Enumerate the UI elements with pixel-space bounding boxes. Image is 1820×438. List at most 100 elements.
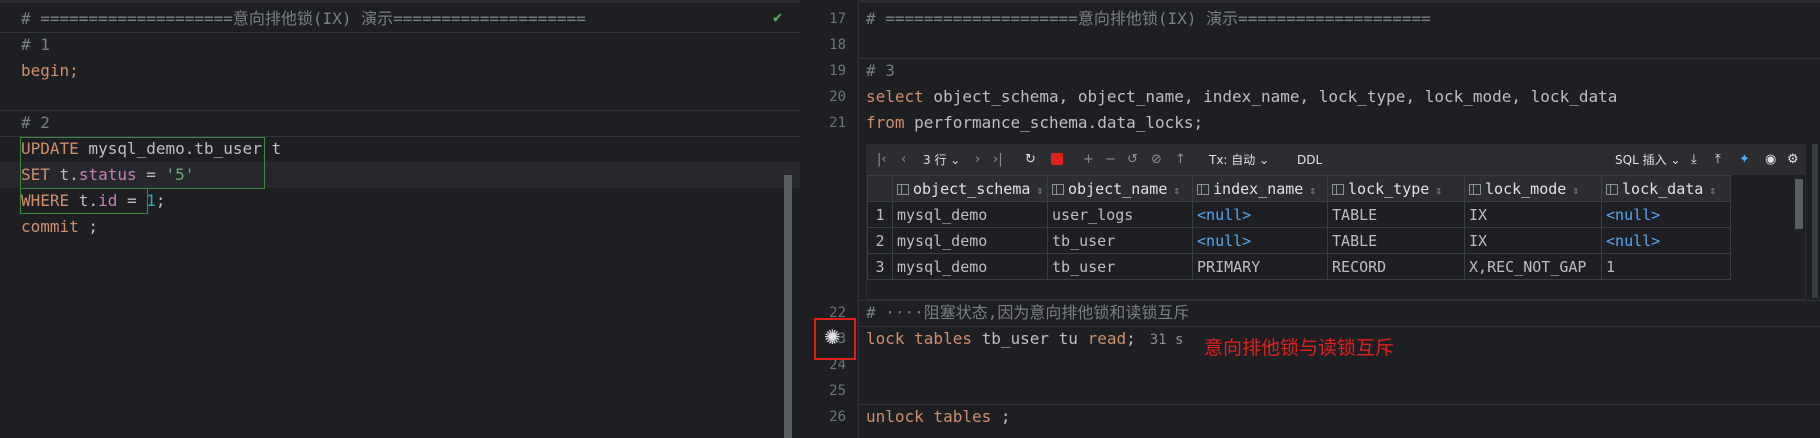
sql-insert-label: SQL 插入 (1615, 153, 1667, 167)
table-cell[interactable]: TABLE (1327, 227, 1466, 254)
column-header-label: index_name (1213, 179, 1304, 198)
prev-page-icon[interactable]: ‹ (901, 151, 906, 169)
annotation-text: 意向排他锁与读锁互斥 (1204, 337, 1395, 359)
sort-icon[interactable]: ⇕ (1309, 184, 1316, 197)
table-row[interactable]: 2 mysql_demo tb_user <null> TABLE IX <nu… (867, 227, 1732, 254)
code-text: ; (155, 191, 166, 210)
comment-line: # ····阻塞状态,因为意向排他锁和读锁互斥 (866, 303, 1190, 322)
column-header[interactable]: index_name ⇕ (1192, 175, 1329, 202)
ddl-button[interactable]: DDL (1297, 151, 1322, 169)
table-cell[interactable]: tb_user (1047, 227, 1194, 254)
editor-scrollbar[interactable] (1812, 144, 1818, 298)
stop-icon[interactable] (1051, 153, 1063, 165)
revert-icon[interactable]: ↺ (1127, 151, 1138, 169)
next-page-icon[interactable]: › (975, 151, 980, 169)
table-row[interactable]: 1 mysql_demo user_logs <null> TABLE IX <… (867, 201, 1732, 228)
table-cell[interactable]: <null> (1192, 227, 1329, 254)
statement-highlight-box (20, 137, 265, 189)
add-row-icon[interactable]: + (1083, 151, 1094, 169)
column-header[interactable]: lock_data ⇕ (1601, 175, 1732, 202)
sort-icon[interactable]: ⇕ (1435, 184, 1442, 197)
last-page-icon[interactable]: ›| (993, 151, 1003, 169)
begin-statement[interactable]: begin; (21, 58, 79, 84)
line-number-gutter: 17 18 19 20 21 22 23 24 25 26 (800, 0, 860, 438)
keyword: select (866, 87, 924, 106)
results-grid[interactable]: |‹ ‹ 3 行 ⌄ › ›| ↻ + − ↺ ⊘ ↑ Tx: 自动 ⌄ DDL… (866, 144, 1806, 300)
sort-icon[interactable]: ⇕ (1572, 184, 1579, 197)
column-header-label: lock_mode (1485, 179, 1567, 198)
keyword: commit (21, 217, 79, 236)
comment-line: # 3 (866, 61, 895, 80)
vertical-scrollbar[interactable] (784, 175, 792, 438)
table-cell[interactable]: <null> (1601, 201, 1732, 228)
from-line[interactable]: from performance_schema.data_locks; (866, 110, 1203, 136)
comment-line: # ====================意向排他锁(IX) 演示======… (866, 9, 1431, 28)
settings-icon[interactable]: ⚙ (1787, 151, 1799, 169)
table-cell[interactable]: mysql_demo (891, 253, 1049, 280)
keyword: lock (866, 329, 905, 348)
tx-mode-dropdown[interactable]: Tx: 自动 ⌄ (1209, 151, 1269, 169)
table-cell[interactable]: tb_user (1047, 253, 1194, 280)
submit-icon[interactable]: ↑ (1175, 151, 1186, 169)
rows-count-dropdown[interactable]: 3 行 ⌄ (923, 151, 960, 169)
download-icon[interactable]: ⤓ (1691, 151, 1697, 169)
keyword: from (866, 113, 905, 132)
pin-icon[interactable]: ✦ (1739, 151, 1750, 169)
preview-icon[interactable]: ⊘ (1151, 151, 1162, 169)
table-cell[interactable]: user_logs (1047, 201, 1194, 228)
column-icon (1197, 183, 1210, 195)
sort-icon[interactable]: ⇕ (1173, 184, 1180, 197)
column-header[interactable]: lock_type ⇕ (1327, 175, 1466, 202)
select-line[interactable]: select object_schema, object_name, index… (866, 84, 1617, 110)
column-header-label: object_schema (913, 179, 1031, 198)
table-cell[interactable]: 1 (1601, 253, 1732, 280)
table-cell[interactable]: mysql_demo (891, 227, 1049, 254)
statement-highlight-box (20, 188, 148, 214)
code-text: performance_schema.data_locks; (904, 113, 1204, 132)
comment-line: # ====================意向排他锁(IX) 演示======… (21, 9, 586, 28)
line-number: 21 (829, 115, 846, 131)
view-icon[interactable]: ◉ (1765, 151, 1776, 169)
line-number: 17 (829, 11, 846, 27)
top-border (0, 0, 800, 3)
line-number: 26 (829, 409, 846, 425)
refresh-icon[interactable]: ↻ (1025, 151, 1036, 169)
column-header[interactable]: object_name ⇕ (1047, 175, 1194, 202)
remove-row-icon[interactable]: − (1105, 151, 1116, 169)
table-cell[interactable]: X,REC_NOT_GAP (1464, 253, 1603, 280)
table-cell[interactable]: RECORD (1327, 253, 1466, 280)
lock-tables-line[interactable]: lock tables tb_user tu read; 31 s (866, 326, 1183, 352)
table-cell[interactable]: IX (1464, 201, 1603, 228)
upload-icon[interactable]: ⤒ (1715, 151, 1721, 169)
code-text: ; (991, 407, 1011, 426)
column-header[interactable]: object_schema ⇕ (891, 175, 1049, 202)
table-cell[interactable]: IX (1464, 227, 1603, 254)
keyword: tables (904, 329, 972, 348)
column-header[interactable]: lock_mode ⇕ (1464, 175, 1603, 202)
sort-icon[interactable]: ⇕ (1036, 184, 1043, 197)
code-text: ; (78, 217, 99, 236)
code-text: tb_user tu (971, 329, 1088, 348)
table-cell[interactable]: mysql_demo (891, 201, 1049, 228)
left-editor[interactable]: ✔ # ====================意向排他锁(IX) 演示====… (0, 0, 800, 438)
row-number-header (867, 175, 893, 202)
tx-mode-label: Tx: 自动 (1209, 153, 1256, 167)
table-row[interactable]: 3 mysql_demo tb_user PRIMARY RECORD X,RE… (867, 253, 1732, 280)
gutter-divider (858, 0, 859, 438)
sort-icon[interactable]: ⇕ (1709, 184, 1716, 197)
results-scrollbar[interactable] (1795, 179, 1803, 229)
sql-insert-dropdown[interactable]: SQL 插入 ⌄ (1615, 151, 1680, 169)
first-page-icon[interactable]: |‹ (877, 151, 887, 169)
table-cell[interactable]: PRIMARY (1192, 253, 1329, 280)
table-cell[interactable]: TABLE (1327, 201, 1466, 228)
column-icon (1469, 183, 1482, 195)
statement-separator (0, 110, 800, 111)
unlock-tables-line[interactable]: unlock tables ; (866, 404, 1011, 430)
right-editor[interactable]: 17 18 19 20 21 22 23 24 25 26 # ========… (800, 0, 1820, 438)
results-table: object_schema ⇕ object_name ⇕ index_name ⇕ … (867, 175, 1732, 280)
statement-separator (860, 58, 1820, 59)
column-icon (1052, 183, 1065, 195)
table-cell[interactable]: <null> (1601, 227, 1732, 254)
table-cell[interactable]: <null> (1192, 201, 1329, 228)
commit-line[interactable]: commit ; (21, 214, 98, 240)
